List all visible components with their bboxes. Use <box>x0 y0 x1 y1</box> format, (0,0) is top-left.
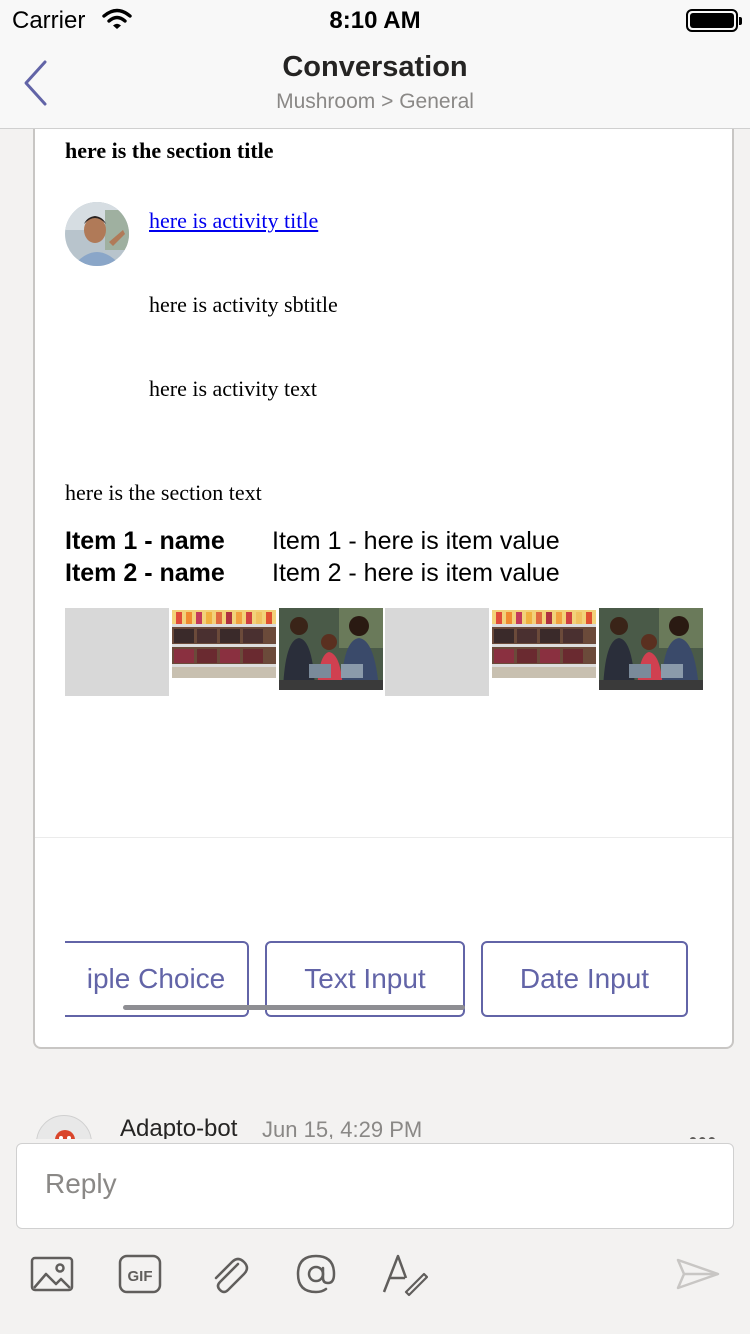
gif-icon[interactable]: GIF <box>116 1250 164 1298</box>
image-icon[interactable] <box>28 1250 76 1298</box>
gallery-image-placeholder <box>65 608 169 696</box>
send-icon[interactable] <box>674 1250 722 1298</box>
fact-row: Item 1 - name Item 1 - here is item value <box>65 527 560 556</box>
page-title: Conversation <box>282 51 468 83</box>
attach-icon[interactable] <box>204 1250 252 1298</box>
more-options-icon[interactable]: ••• <box>689 1127 717 1139</box>
button-label: iple Choice <box>86 963 226 994</box>
gallery-image-shelves <box>492 610 596 683</box>
horizontal-scrollbar[interactable] <box>123 1005 465 1010</box>
breadcrumb: Mushroom > General <box>276 90 474 113</box>
section-text: here is the section text <box>65 480 262 505</box>
next-message: Adapto-bot Jun 15, 4:29 PM ••• <box>0 1105 750 1139</box>
gallery-image-family <box>599 608 703 695</box>
date-input-button[interactable]: Date Input <box>481 941 688 1017</box>
gallery-image-family <box>279 608 383 695</box>
fact-name: Item 2 - name <box>65 559 225 587</box>
image-gallery <box>65 608 705 698</box>
fact-value: Item 1 - here is item value <box>272 527 560 555</box>
activity-subtitle: here is activity sbtitle <box>149 292 338 317</box>
message-author: Adapto-bot <box>120 1115 238 1139</box>
format-text-icon[interactable] <box>380 1250 429 1298</box>
activity-avatar <box>65 202 129 266</box>
bot-avatar <box>36 1115 92 1139</box>
message-timestamp: Jun 15, 4:29 PM <box>262 1117 423 1139</box>
compose-toolbar: GIF <box>0 1240 750 1310</box>
battery-icon <box>686 9 742 32</box>
gallery-image-shelves <box>172 610 276 683</box>
button-label: Text Input <box>304 963 426 994</box>
fact-row: Item 2 - name Item 2 - here is item value <box>65 559 560 588</box>
activity-text: here is activity text <box>149 376 317 401</box>
mention-icon[interactable] <box>292 1250 340 1298</box>
reply-input[interactable]: Reply <box>16 1143 734 1229</box>
button-label: Date Input <box>519 963 650 994</box>
fact-name: Item 1 - name <box>65 527 225 555</box>
svg-text:GIF: GIF <box>128 1268 153 1285</box>
section-title: here is the section title <box>65 138 274 163</box>
card-divider <box>35 837 732 838</box>
reply-placeholder: Reply <box>45 1168 117 1199</box>
fact-value: Item 2 - here is item value <box>272 559 560 587</box>
status-time: 8:10 AM <box>329 7 421 34</box>
nav-bar: Conversation Mushroom > General <box>0 40 750 129</box>
activity-title-link[interactable]: here is activity title <box>149 208 318 234</box>
gallery-image-placeholder <box>385 608 489 696</box>
status-bar: Carrier 8:10 AM <box>0 0 750 40</box>
message-card: here is the section title here is activi… <box>33 129 734 1049</box>
